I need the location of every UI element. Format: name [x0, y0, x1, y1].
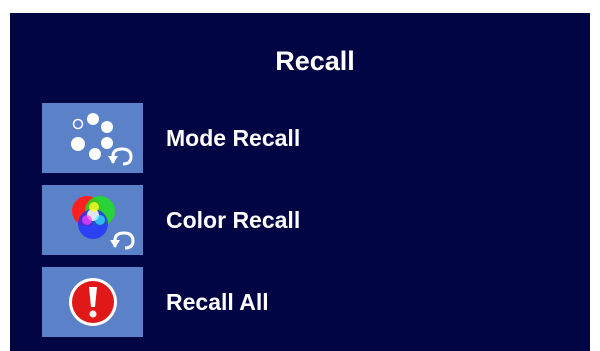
recall-all-label: Recall All	[166, 289, 269, 315]
menu-title: Recall	[275, 46, 355, 76]
recall-all-icon	[42, 267, 143, 337]
osd-recall-menu: Recall Mode Recall Color Recall Recall A…	[10, 13, 590, 351]
recall-all-item[interactable]: Recall All	[42, 267, 462, 337]
color-recall-label: Color Recall	[166, 207, 301, 233]
mode-recall-icon	[42, 103, 143, 173]
color-recall-icon	[42, 185, 143, 255]
mode-recall-label: Mode Recall	[166, 125, 301, 151]
color-recall-item[interactable]: Color Recall	[42, 185, 462, 255]
mode-recall-item[interactable]: Mode Recall	[42, 103, 462, 173]
